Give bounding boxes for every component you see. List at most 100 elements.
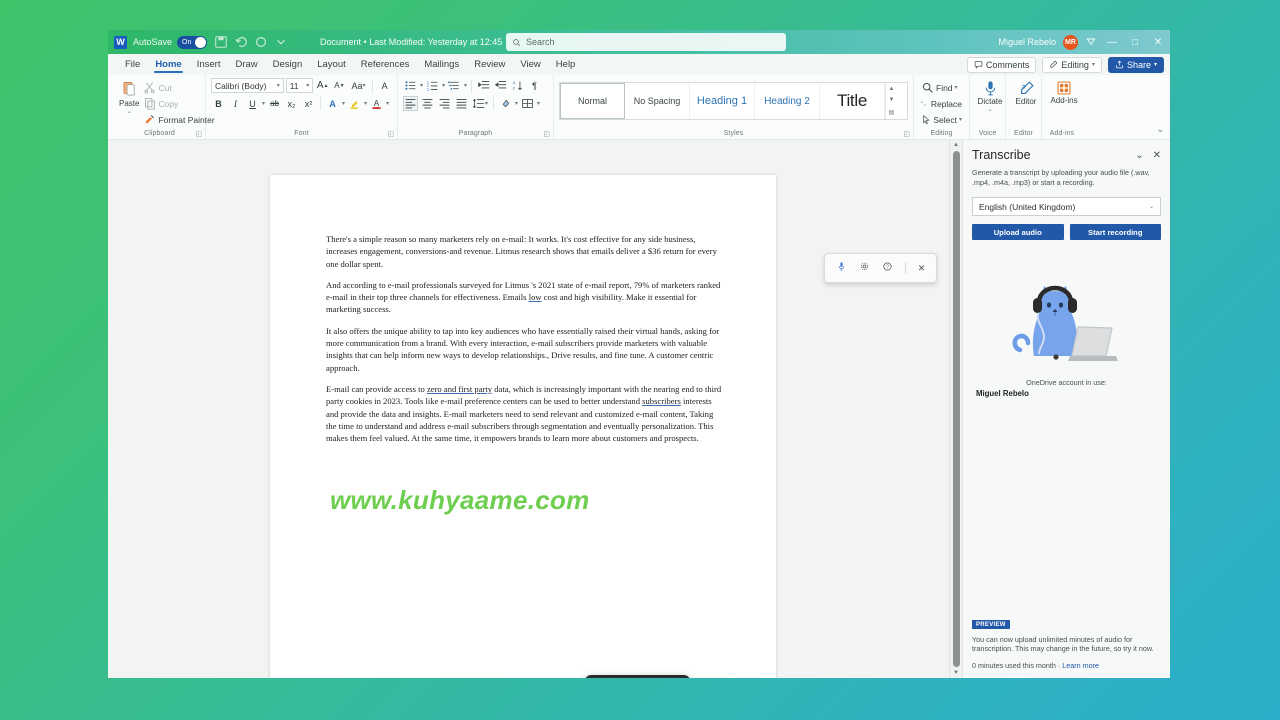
language-select[interactable]: English (United Kingdom) ⌄: [972, 197, 1161, 217]
highlight-chevron-icon[interactable]: ▾: [364, 100, 367, 107]
document-text-body[interactable]: There's a simple reason so many marketer…: [270, 175, 776, 444]
subscript-button[interactable]: x₂: [284, 96, 299, 111]
styles-more-icon[interactable]: ▤: [889, 109, 895, 116]
align-right-button[interactable]: [437, 96, 452, 111]
pane-close-icon[interactable]: ✕: [1153, 150, 1161, 161]
font-color-chevron-icon[interactable]: ▾: [386, 100, 389, 107]
help-icon[interactable]: ?: [882, 261, 893, 275]
borders-button[interactable]: [520, 96, 535, 111]
comments-button[interactable]: Comments: [966, 56, 1037, 73]
addins-button[interactable]: Add-ins: [1047, 78, 1081, 105]
share-button[interactable]: Share ▾: [1107, 56, 1164, 73]
undo-icon[interactable]: [234, 35, 248, 49]
underline-button[interactable]: U: [245, 96, 260, 111]
style-heading-2[interactable]: Heading 2: [755, 83, 820, 119]
scroll-down-icon[interactable]: ▼: [953, 670, 959, 676]
minimize-button[interactable]: —: [1104, 37, 1120, 48]
styles-scroll-up-icon[interactable]: ▲: [889, 86, 895, 92]
replace-button[interactable]: ab Replace: [919, 96, 964, 111]
font-size-box[interactable]: 11 ▾: [285, 78, 314, 93]
styles-dialog-launcher[interactable]: ◰: [903, 130, 910, 138]
highlight-button[interactable]: [347, 96, 362, 111]
styles-gallery-scroll[interactable]: ▲ ▼ ▤: [885, 83, 897, 119]
bullets-button[interactable]: [403, 78, 418, 93]
close-icon[interactable]: ✕: [918, 263, 926, 273]
numbering-button[interactable]: 123: [425, 78, 440, 93]
scroll-up-icon[interactable]: ▲: [953, 142, 959, 148]
close-button[interactable]: ✕: [1150, 37, 1166, 48]
multilevel-list-button[interactable]: [447, 78, 462, 93]
tab-help[interactable]: Help: [549, 57, 583, 73]
increase-indent-button[interactable]: [493, 78, 508, 93]
tab-file[interactable]: File: [118, 57, 147, 73]
line-spacing-button[interactable]: ▾: [471, 96, 489, 111]
find-button[interactable]: Find ▾: [919, 80, 964, 95]
style-normal[interactable]: Normal: [560, 83, 625, 119]
microphone-icon[interactable]: [836, 261, 847, 275]
tab-home[interactable]: Home: [148, 57, 188, 73]
borders-chevron-icon[interactable]: ▾: [537, 100, 540, 107]
document-page[interactable]: There's a simple reason so many marketer…: [270, 175, 776, 678]
tab-references[interactable]: References: [354, 57, 417, 73]
dictation-widget[interactable]: ✕ ?: [585, 675, 690, 678]
styles-scroll-down-icon[interactable]: ▼: [889, 97, 895, 103]
learn-more-link[interactable]: Learn more: [1062, 661, 1099, 670]
shading-button[interactable]: [498, 96, 513, 111]
font-color-button[interactable]: A: [369, 96, 384, 111]
tab-insert[interactable]: Insert: [190, 57, 228, 73]
gear-icon[interactable]: [859, 261, 870, 275]
clipboard-dialog-launcher[interactable]: ◰: [195, 130, 202, 138]
tab-design[interactable]: Design: [266, 57, 310, 73]
paste-button[interactable]: Paste ⌄: [119, 78, 139, 115]
search-box[interactable]: Search: [506, 33, 786, 51]
tab-view[interactable]: View: [513, 57, 547, 73]
text-effects-chevron-icon[interactable]: ▾: [342, 100, 345, 107]
customize-qat-icon[interactable]: [274, 35, 288, 49]
start-recording-button[interactable]: Start recording: [1069, 224, 1161, 241]
tab-draw[interactable]: Draw: [228, 57, 264, 73]
align-left-button[interactable]: [403, 96, 418, 111]
style-no-spacing[interactable]: No Spacing: [625, 83, 690, 119]
paragraph-dialog-launcher[interactable]: ◰: [543, 130, 550, 138]
font-dialog-launcher[interactable]: ◰: [387, 130, 394, 138]
account-name[interactable]: Miguel Rebelo: [998, 37, 1056, 47]
autosave-toggle[interactable]: On: [177, 35, 208, 49]
upload-audio-button[interactable]: Upload audio: [972, 224, 1064, 241]
scrollbar-thumb[interactable]: [952, 151, 960, 667]
text-effects-button[interactable]: A: [325, 96, 340, 111]
document-vertical-scrollbar[interactable]: ▲ ▼: [949, 140, 962, 678]
shrink-font-button[interactable]: A ▼: [332, 78, 347, 93]
style-title[interactable]: Title: [820, 83, 885, 119]
sort-button[interactable]: AZ: [510, 78, 525, 93]
dictate-button[interactable]: Dictate ⌄: [975, 78, 1005, 113]
bullets-chevron-icon[interactable]: ▾: [420, 82, 423, 89]
editor-button[interactable]: Editor: [1011, 78, 1041, 106]
avatar[interactable]: MR: [1063, 34, 1078, 50]
shading-chevron-icon[interactable]: ▾: [515, 100, 518, 107]
decrease-indent-button[interactable]: [476, 78, 491, 93]
superscript-button[interactable]: x²: [301, 96, 316, 111]
clear-formatting-button[interactable]: A: [377, 78, 392, 93]
collapse-ribbon-icon[interactable]: ⌄: [1156, 124, 1164, 135]
bold-button[interactable]: B: [211, 96, 226, 111]
style-heading-1[interactable]: Heading 1: [690, 83, 755, 119]
tab-mailings[interactable]: Mailings: [417, 57, 466, 73]
strikethrough-button[interactable]: ab: [267, 96, 282, 111]
tab-layout[interactable]: Layout: [310, 57, 353, 73]
show-formatting-marks-button[interactable]: ¶: [527, 78, 542, 93]
dictation-mini-toolbar[interactable]: ? ✕: [824, 253, 937, 283]
pane-collapse-icon[interactable]: ⌄: [1135, 150, 1143, 161]
multilevel-chevron-icon[interactable]: ▾: [464, 82, 467, 89]
maximize-button[interactable]: □: [1127, 37, 1143, 48]
editing-mode-button[interactable]: Editing ▾: [1042, 56, 1102, 73]
save-icon[interactable]: [214, 35, 228, 49]
change-case-button[interactable]: Aa ▾: [349, 78, 369, 93]
redo-icon[interactable]: [254, 35, 268, 49]
tab-review[interactable]: Review: [467, 57, 512, 73]
select-button[interactable]: Select ▾: [919, 112, 964, 127]
dictation-widget-header[interactable]: ✕: [585, 675, 690, 678]
numbering-chevron-icon[interactable]: ▾: [442, 82, 445, 89]
grow-font-button[interactable]: A ▲: [315, 78, 330, 93]
ribbon-display-options-icon[interactable]: [1085, 36, 1097, 48]
italic-button[interactable]: I: [228, 96, 243, 111]
